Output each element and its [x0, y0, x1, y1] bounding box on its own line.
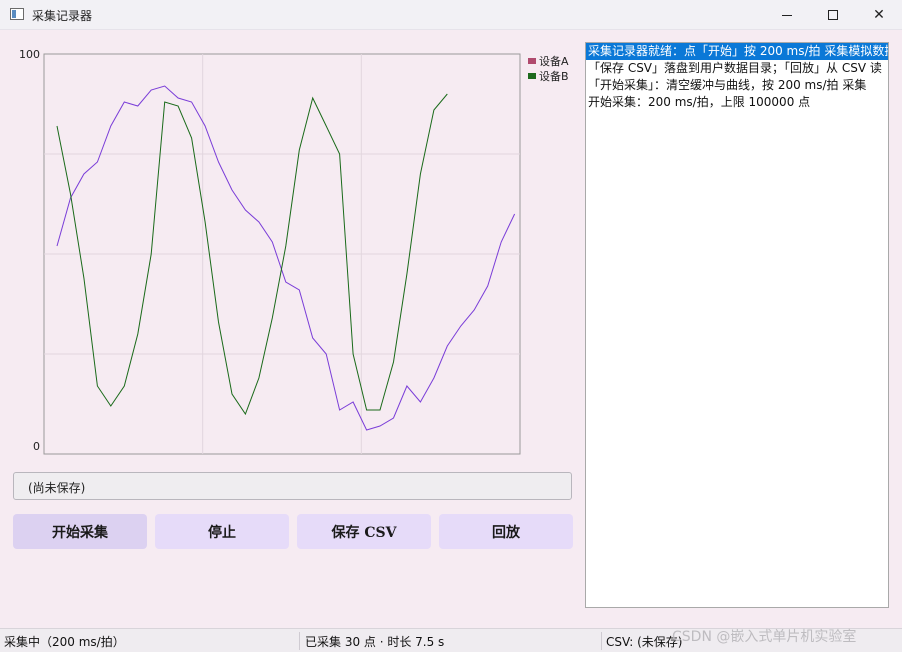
maximize-button[interactable]: [810, 0, 856, 30]
status-divider: [601, 632, 602, 650]
legend-swatch: [528, 73, 536, 79]
log-list[interactable]: 采集记录器就绪：点「开始」按 200 ms/拍 采集模拟数据 「保存 CSV」落…: [585, 42, 889, 608]
replay-button[interactable]: 回放: [439, 514, 573, 549]
log-line[interactable]: 采集记录器就绪：点「开始」按 200 ms/拍 采集模拟数据: [586, 43, 888, 60]
save-csv-button[interactable]: 保存 CSV: [297, 514, 431, 549]
y-tick-label: 100: [19, 48, 40, 61]
close-icon: ✕: [873, 7, 885, 23]
csv-status: CSV: (未保存): [606, 635, 683, 649]
start-capture-button[interactable]: 开始采集: [13, 514, 147, 549]
line-chart: 100 0 设备A 设备B: [14, 42, 576, 458]
maximize-icon: [828, 10, 838, 20]
capture-state: 采集中（200 ms/拍）: [4, 635, 125, 649]
window-title: 采集记录器: [32, 9, 93, 23]
legend-label: 设备B: [539, 69, 569, 83]
log-line[interactable]: 开始采集：200 ms/拍，上限 100000 点: [586, 94, 888, 111]
watermark: CSDN @嵌入式单片机实验室: [672, 629, 857, 645]
chart-svg: 100 0 设备A设备B: [19, 48, 569, 455]
status-divider: [299, 632, 300, 650]
legend-swatch: [528, 58, 536, 64]
save-status-field[interactable]: (尚未保存): [13, 472, 572, 500]
app-window-icon: [10, 8, 24, 20]
minimize-icon: [782, 14, 792, 16]
legend-label: 设备A: [539, 54, 569, 68]
y-tick-label: 0: [33, 440, 40, 453]
capture-count: 已采集 30 点 · 时长 7.5 s: [305, 635, 445, 649]
close-button[interactable]: ✕: [856, 0, 902, 30]
save-status-text: (尚未保存): [28, 481, 86, 495]
log-line[interactable]: 「保存 CSV」落盘到用户数据目录；「回放」从 CSV 读: [586, 60, 888, 77]
minimize-button[interactable]: [764, 0, 810, 30]
log-line[interactable]: 「开始采集」：清空缓冲与曲线，按 200 ms/拍 采集: [586, 77, 888, 94]
title-bar: 采集记录器 ✕: [0, 0, 902, 30]
stop-button[interactable]: 停止: [155, 514, 289, 549]
